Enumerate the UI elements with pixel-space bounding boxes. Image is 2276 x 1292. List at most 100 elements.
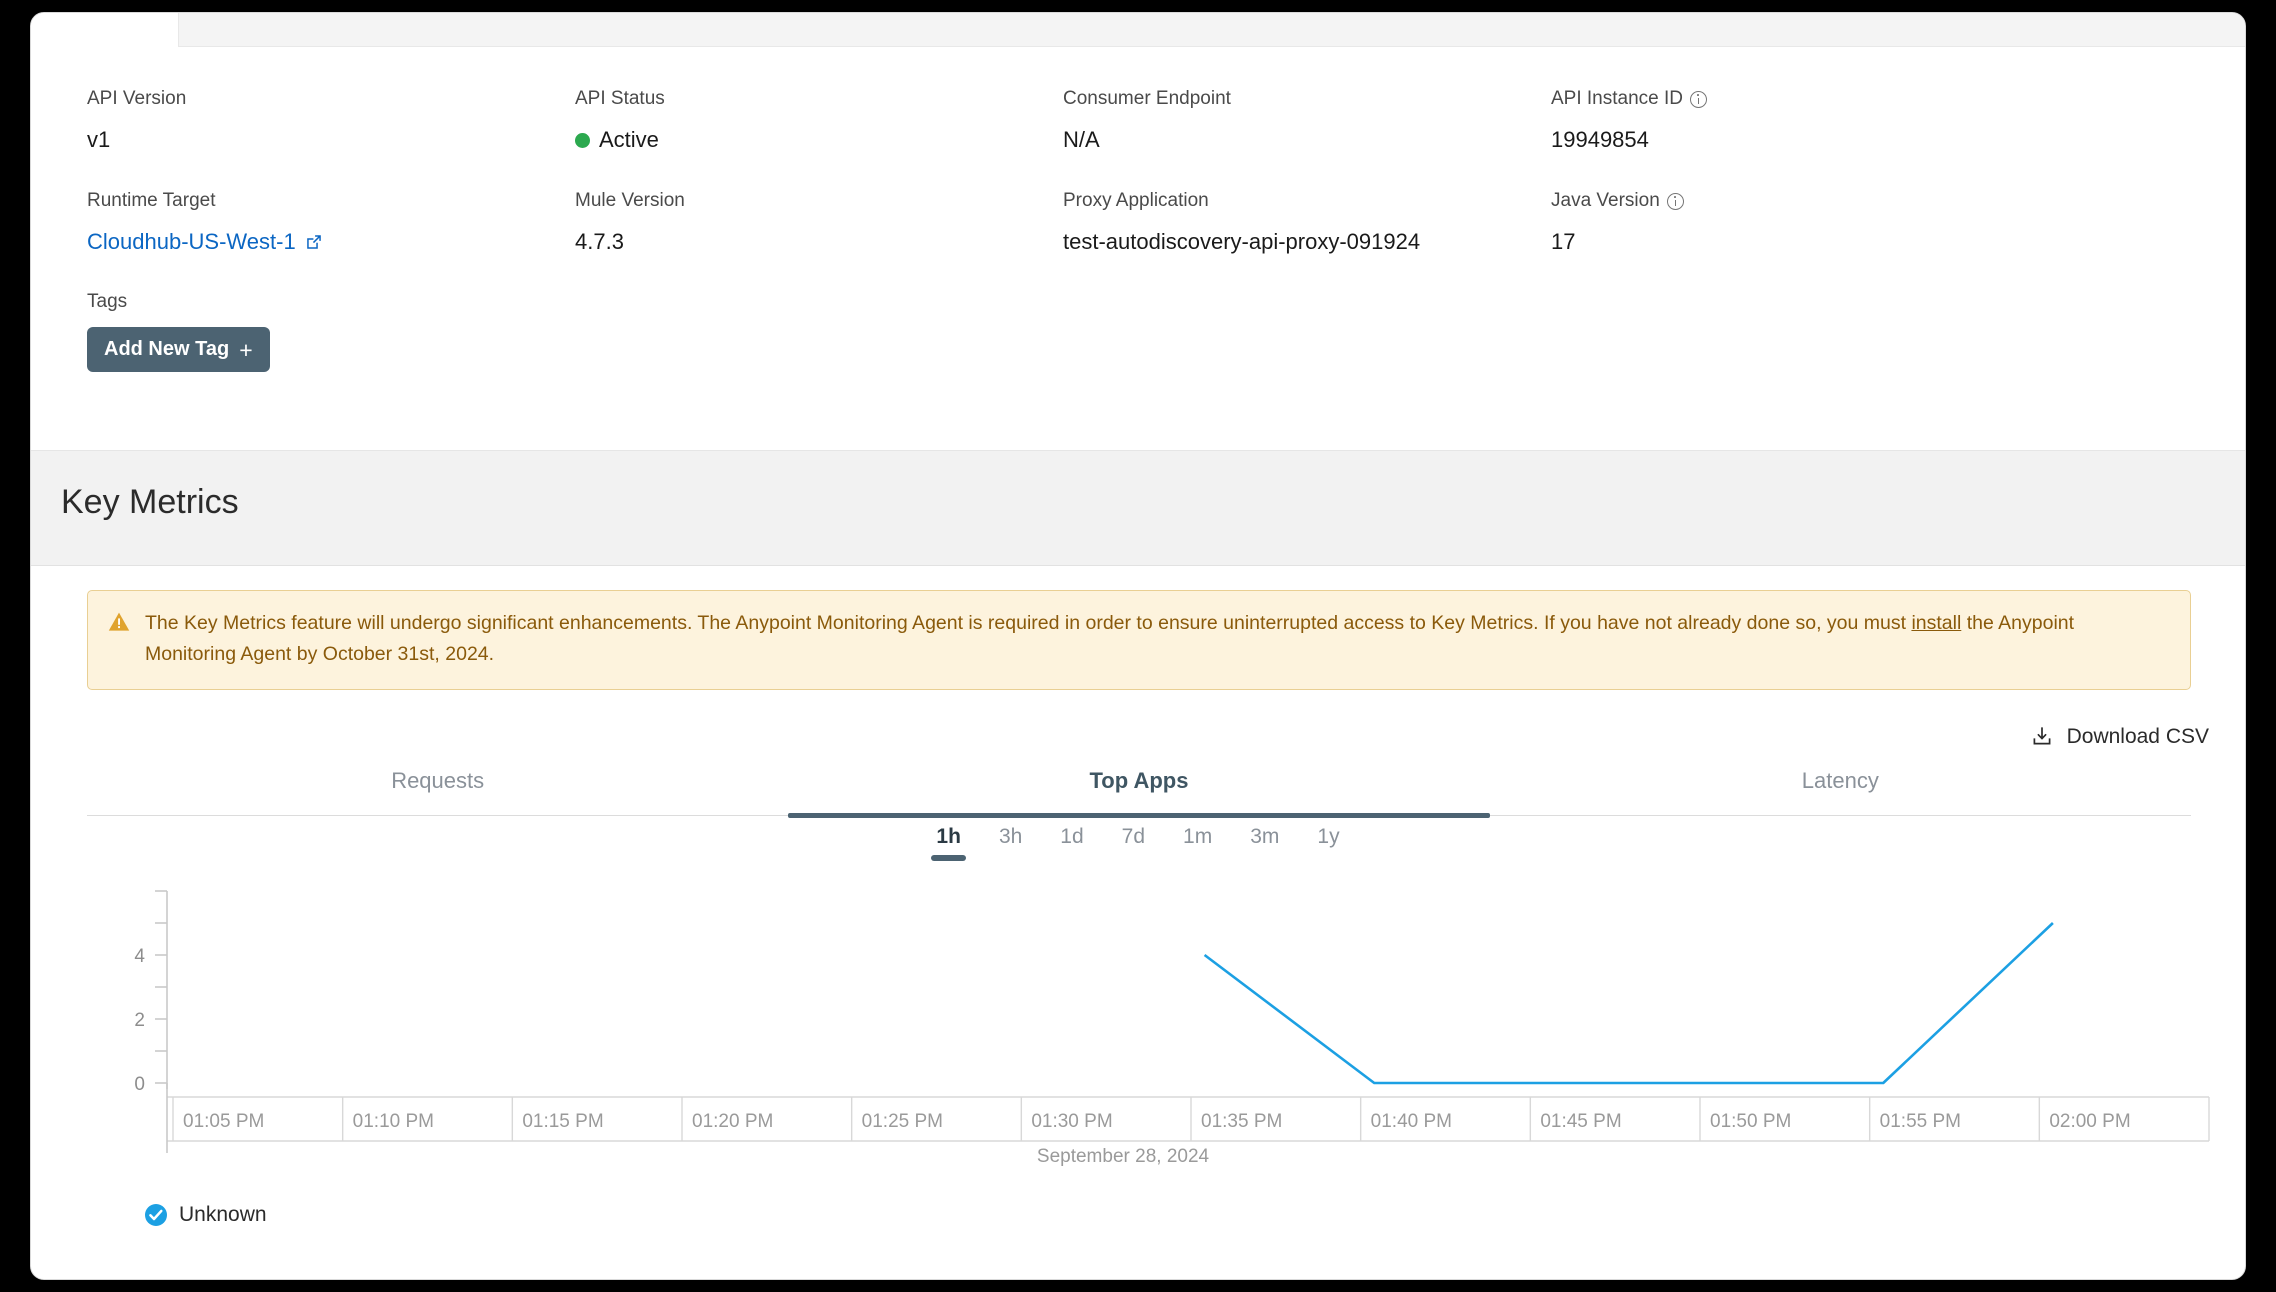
tab-latency[interactable]: Latency: [1490, 768, 2191, 815]
range-1y[interactable]: 1y: [1317, 825, 1339, 861]
svg-text:01:45 PM: 01:45 PM: [1540, 1111, 1621, 1132]
detail-value-text: test-autodiscovery-api-proxy-091924: [1063, 229, 1420, 255]
svg-text:01:05 PM: 01:05 PM: [183, 1111, 264, 1132]
detail-field-java-version: Java Version 17: [1551, 189, 2039, 255]
tags-label: Tags: [87, 291, 2245, 313]
top-apps-chart: 02401:05 PM01:10 PM01:15 PM01:20 PM01:25…: [31, 875, 2246, 1175]
status-badge: Active: [599, 127, 659, 153]
svg-text:01:35 PM: 01:35 PM: [1201, 1111, 1282, 1132]
info-icon[interactable]: [1690, 91, 1707, 108]
detail-label: API Status: [575, 87, 1063, 111]
app-window: API Version v1 API Status Active: [30, 12, 2246, 1280]
range-label: 7d: [1122, 825, 1145, 848]
add-new-tag-label: Add New Tag: [104, 338, 229, 361]
detail-value-text: 4.7.3: [575, 229, 624, 255]
range-label: 3h: [999, 825, 1022, 848]
detail-label: API Version: [87, 87, 575, 111]
detail-value: 19949854: [1551, 127, 2039, 153]
detail-field-api-instance-id: API Instance ID 19949854: [1551, 87, 2039, 153]
detail-field-api-version: API Version v1: [87, 87, 575, 153]
download-icon: [2030, 725, 2054, 749]
detail-field-mule-version: Mule Version 4.7.3: [575, 189, 1063, 255]
detail-value-text: 19949854: [1551, 127, 1649, 153]
svg-text:01:40 PM: 01:40 PM: [1371, 1111, 1452, 1132]
chart-legend-item-unknown[interactable]: Unknown: [144, 1203, 267, 1227]
check-circle-icon: [144, 1203, 168, 1227]
download-csv-label: Download CSV: [2067, 725, 2209, 749]
time-range-selector: 1h 3h 1d 7d 1m 3m 1y: [31, 825, 2245, 861]
status-dot-icon: [575, 133, 590, 148]
detail-value: N/A: [1063, 127, 1551, 153]
range-label: 3m: [1250, 825, 1279, 848]
tab-requests[interactable]: Requests: [87, 768, 788, 815]
external-link-icon: [305, 233, 323, 251]
detail-value-text: N/A: [1063, 127, 1100, 153]
range-1m[interactable]: 1m: [1183, 825, 1212, 861]
detail-field-runtime-target: Runtime Target Cloudhub-US-West-1: [87, 189, 575, 255]
svg-text:01:30 PM: 01:30 PM: [1031, 1111, 1112, 1132]
svg-text:2: 2: [134, 1010, 145, 1031]
range-3m[interactable]: 3m: [1250, 825, 1279, 861]
range-label: 1y: [1317, 825, 1339, 848]
tab-label: Top Apps: [1090, 768, 1189, 793]
detail-row: API Version v1 API Status Active: [87, 87, 2245, 153]
detail-label: Runtime Target: [87, 189, 575, 213]
svg-text:02:00 PM: 02:00 PM: [2049, 1111, 2130, 1132]
download-csv-button[interactable]: Download CSV: [2030, 725, 2209, 749]
svg-text:01:25 PM: 01:25 PM: [862, 1111, 943, 1132]
detail-field-proxy-application: Proxy Application test-autodiscovery-api…: [1063, 189, 1551, 255]
detail-field-api-status: API Status Active: [575, 87, 1063, 153]
detail-label-text: Mule Version: [575, 189, 685, 213]
detail-label-text: API Version: [87, 87, 186, 111]
install-link[interactable]: install: [1911, 612, 1961, 634]
detail-value: test-autodiscovery-api-proxy-091924: [1063, 229, 1551, 255]
svg-text:01:50 PM: 01:50 PM: [1710, 1111, 1791, 1132]
detail-label: Java Version: [1551, 189, 2039, 213]
detail-row: Runtime Target Cloudhub-US-West-1 Mule V…: [87, 189, 2245, 255]
svg-text:01:15 PM: 01:15 PM: [522, 1111, 603, 1132]
range-label: 1h: [936, 825, 961, 848]
range-3h[interactable]: 3h: [999, 825, 1022, 861]
metrics-tabs: Requests Top Apps Latency: [87, 768, 2191, 816]
svg-text:4: 4: [134, 946, 145, 967]
detail-label-text: Proxy Application: [1063, 189, 1209, 213]
add-new-tag-button[interactable]: Add New Tag +: [87, 327, 270, 372]
key-metrics-band: Key Metrics: [31, 451, 2245, 566]
detail-label-text: Java Version: [1551, 189, 1660, 213]
api-details-panel: API Version v1 API Status Active: [31, 47, 2245, 451]
detail-label-text: API Status: [575, 87, 665, 111]
detail-label-text: Runtime Target: [87, 189, 216, 213]
detail-label-text: API Instance ID: [1551, 87, 1683, 111]
detail-field-consumer-endpoint: Consumer Endpoint N/A: [1063, 87, 1551, 153]
range-1d[interactable]: 1d: [1060, 825, 1083, 861]
info-icon[interactable]: [1667, 193, 1684, 210]
detail-label-text: Consumer Endpoint: [1063, 87, 1231, 111]
range-1h[interactable]: 1h: [936, 825, 961, 861]
runtime-target-link[interactable]: Cloudhub-US-West-1: [87, 229, 575, 255]
tab-top-apps[interactable]: Top Apps: [788, 768, 1489, 815]
warning-triangle-icon: [108, 611, 130, 633]
warning-text: The Key Metrics feature will undergo sig…: [145, 608, 2170, 670]
chart-date-text: September 28, 2024: [1037, 1146, 1209, 1168]
top-strip-left-panel: [31, 13, 179, 47]
detail-value: v1: [87, 127, 575, 153]
detail-value: Active: [575, 127, 1063, 153]
detail-value-text: Cloudhub-US-West-1: [87, 229, 296, 255]
svg-text:01:55 PM: 01:55 PM: [1880, 1111, 1961, 1132]
range-7d[interactable]: 7d: [1122, 825, 1145, 861]
warning-text-part1: The Key Metrics feature will undergo sig…: [145, 612, 1911, 634]
detail-label: Consumer Endpoint: [1063, 87, 1551, 111]
detail-value-text: v1: [87, 127, 110, 153]
detail-label: Proxy Application: [1063, 189, 1551, 213]
tab-label: Requests: [391, 768, 484, 793]
range-label: 1m: [1183, 825, 1212, 848]
detail-label: Mule Version: [575, 189, 1063, 213]
svg-text:01:10 PM: 01:10 PM: [353, 1111, 434, 1132]
tags-section: Tags Add New Tag +: [31, 291, 2245, 372]
detail-label: API Instance ID: [1551, 87, 2039, 111]
detail-value-text: 17: [1551, 229, 1575, 255]
tab-label: Latency: [1802, 768, 1879, 793]
page-title: Key Metrics: [61, 483, 239, 522]
plus-icon: +: [239, 341, 252, 359]
key-metrics-warning-banner: The Key Metrics feature will undergo sig…: [87, 590, 2191, 690]
